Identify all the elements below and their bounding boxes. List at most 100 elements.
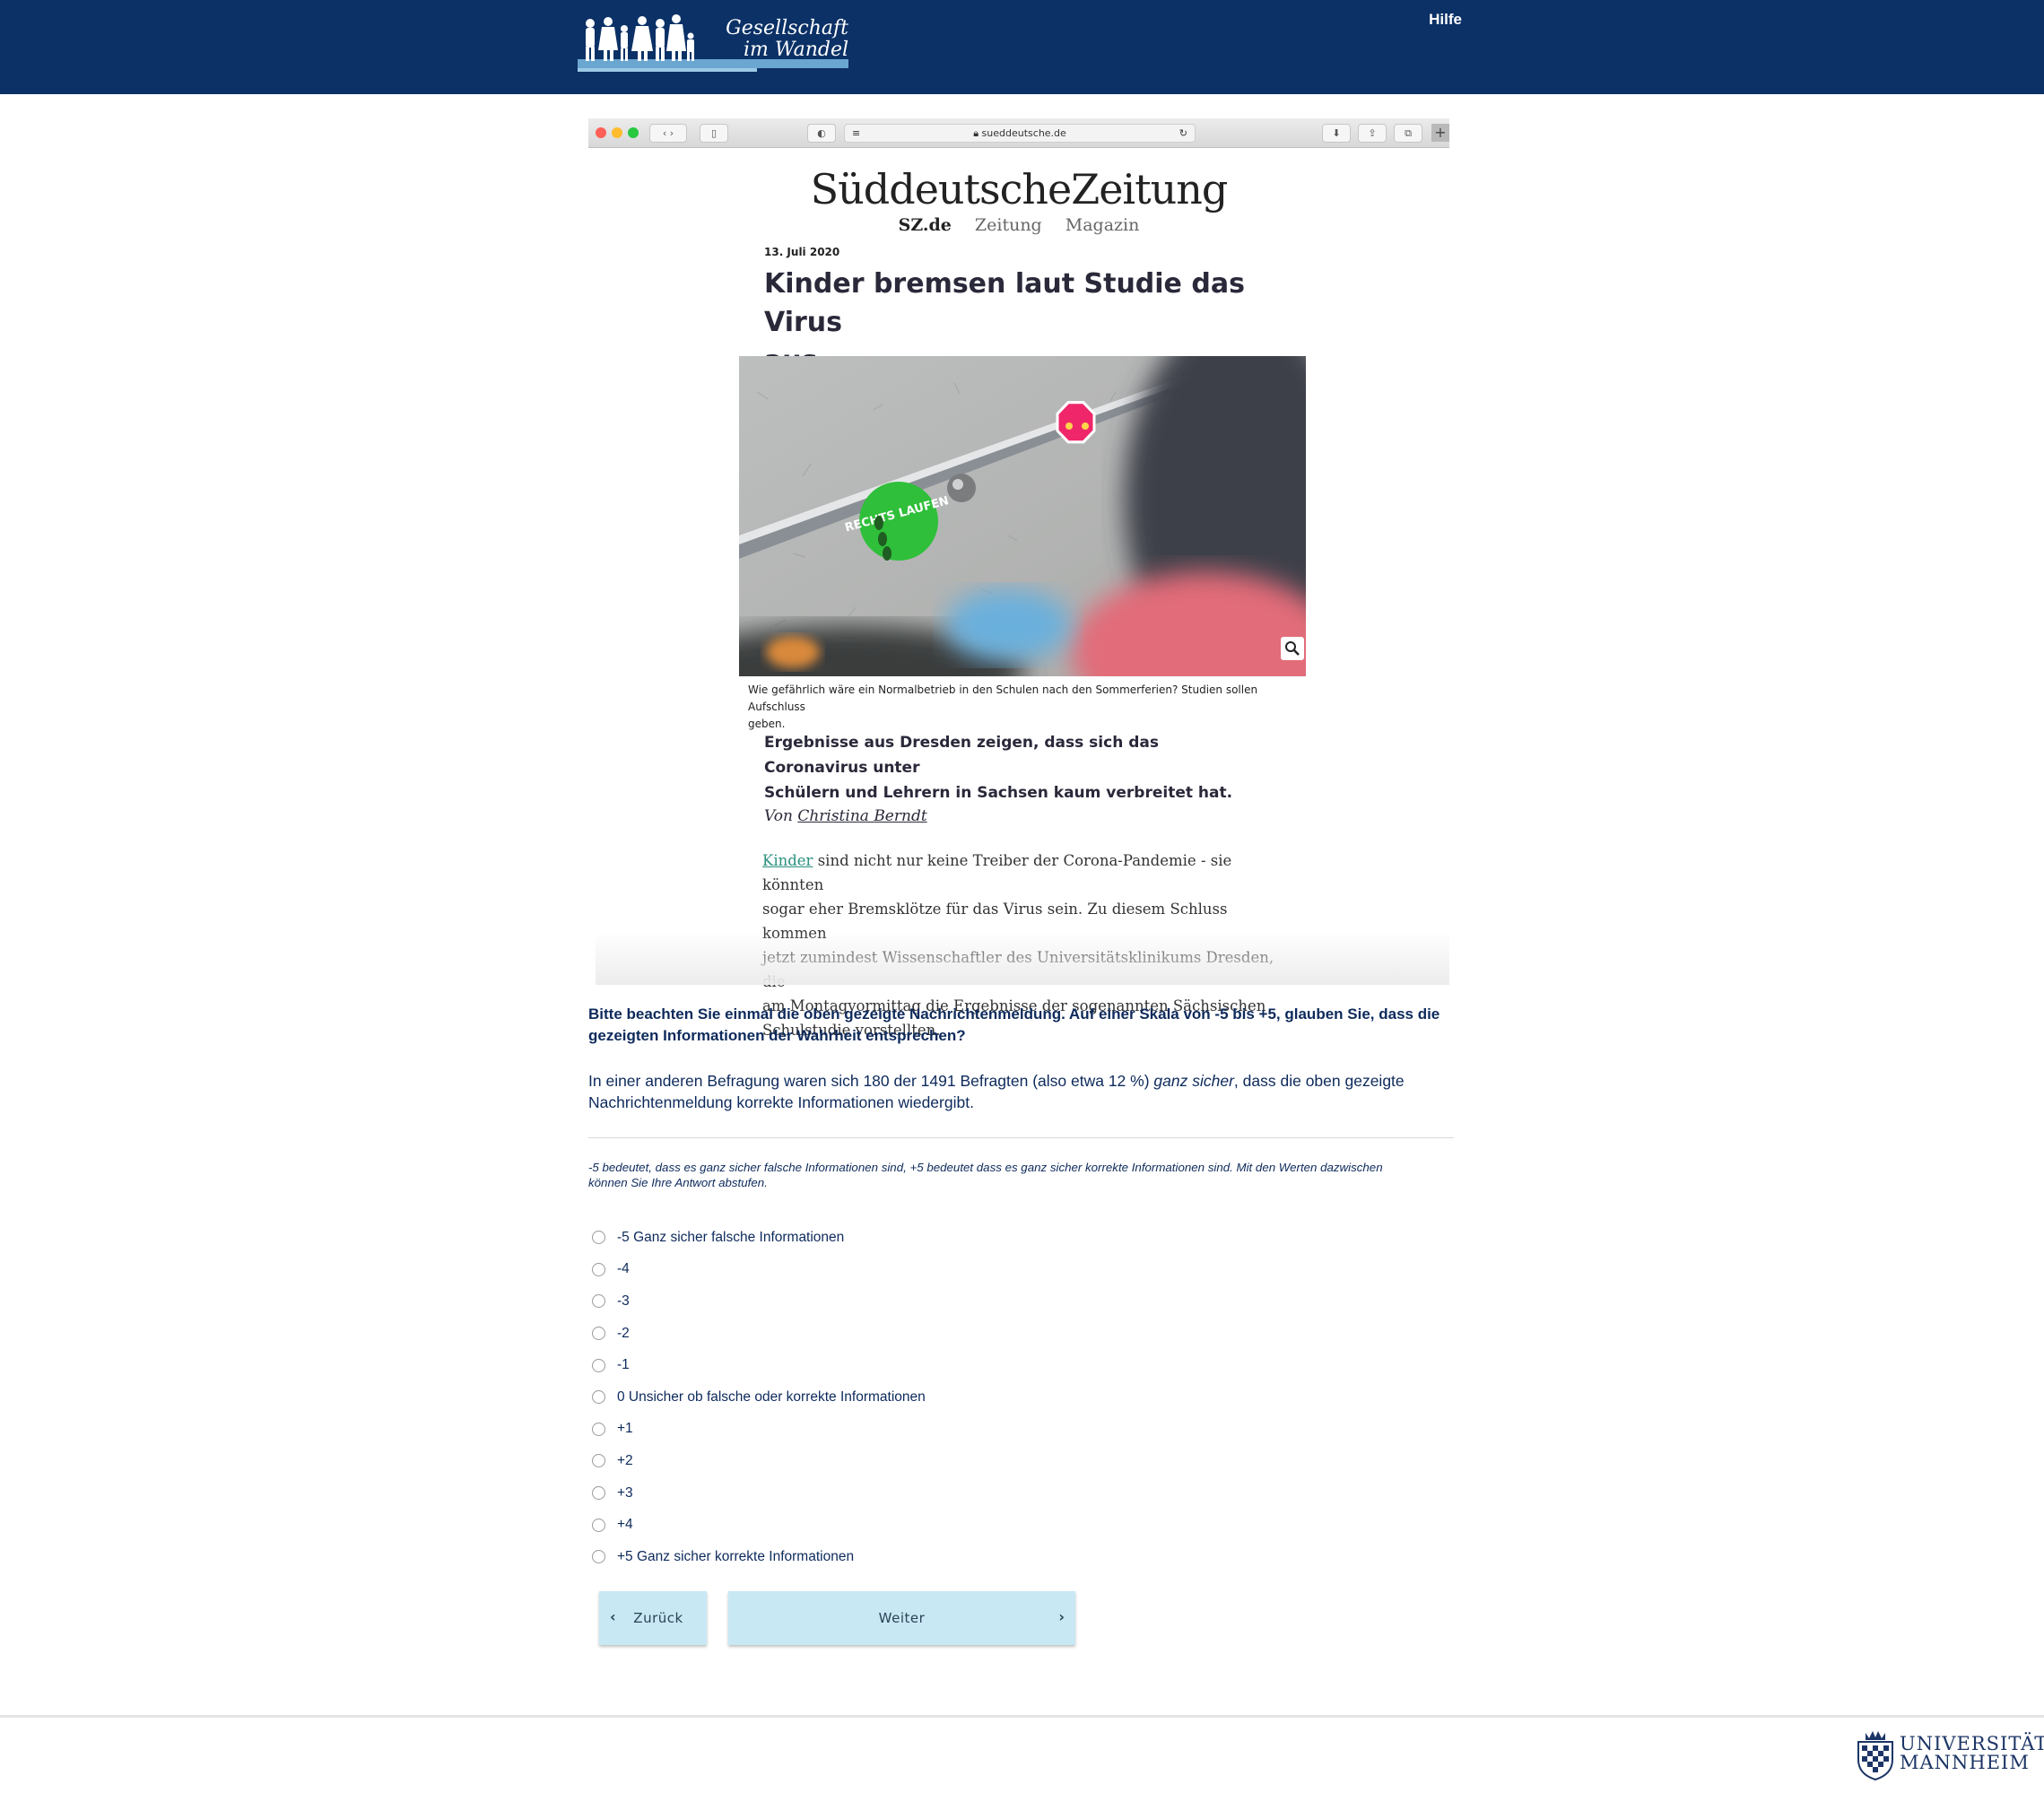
lead-line-1: Ergebnisse aus Dresden zeigen, dass sich… xyxy=(764,734,1159,777)
reader-icon: ≡ xyxy=(852,127,861,139)
article-photo: RECHTS LAUFEN xyxy=(739,356,1306,676)
next-button[interactable]: Weiter › xyxy=(728,1591,1075,1645)
universitaet-mannheim-logo: UNIVERSITÄT MANNHEIM xyxy=(1853,1729,2044,1783)
news-article-screenshot: ‹ › ▯ ◐ ≡ 🔒︎ sueddeutsche.de ↻ ⬇ ⇪ ⧉ + S… xyxy=(588,118,1449,1039)
reload-icon: ↻ xyxy=(1179,127,1187,139)
hint-line-2: können Sie Ihre Antwort abstufen. xyxy=(588,1176,768,1189)
address-bar: ≡ 🔒︎ sueddeutsche.de ↻ xyxy=(844,124,1196,143)
back-forward-icon: ‹ › xyxy=(649,124,687,143)
photo-caption: Wie gefährlich wäre ein Normalbetrieb in… xyxy=(748,682,1286,733)
radio-button[interactable] xyxy=(592,1422,605,1436)
option-label[interactable]: +3 xyxy=(617,1485,633,1501)
sidebar-icon: ▯ xyxy=(700,124,728,143)
kinder-link: Kinder xyxy=(762,852,813,869)
option-minus-1[interactable]: -1 xyxy=(592,1349,1220,1381)
university-name: UNIVERSITÄT MANNHEIM xyxy=(1900,1735,2044,1772)
back-button-label[interactable]: Zurück xyxy=(599,1591,707,1645)
radio-button[interactable] xyxy=(592,1550,605,1564)
option-plus-3[interactable]: +3 xyxy=(592,1477,1220,1510)
body-line-1: Kinder sind nicht nur keine Treiber der … xyxy=(762,849,1292,897)
university-crest-icon xyxy=(1857,1731,1893,1781)
university-line-2: MANNHEIM xyxy=(1900,1752,2030,1773)
url-text: sueddeutsche.de xyxy=(981,127,1066,139)
info-line-1: In einer anderen Befragung waren sich 18… xyxy=(588,1070,1449,1092)
article-lead: Ergebnisse aus Dresden zeigen, dass sich… xyxy=(764,730,1266,805)
option-label[interactable]: +2 xyxy=(617,1453,633,1469)
logo-line-1: Gesellschaft xyxy=(726,17,848,39)
lock-icon: 🔒︎ xyxy=(973,127,979,139)
maximize-window-dot-icon xyxy=(628,127,639,138)
gesellschaft-im-wandel-logo[interactable]: Gesellschaft im Wandel xyxy=(578,13,848,77)
footer-divider xyxy=(0,1715,2044,1718)
radio-button[interactable] xyxy=(592,1390,605,1405)
answer-options: -5 Ganz sicher falsche Informationen -4 … xyxy=(592,1222,1220,1573)
radio-button[interactable] xyxy=(592,1231,605,1245)
info-line-1-a: In einer anderen Befragung waren sich 18… xyxy=(588,1072,1150,1090)
author-link: Christina Berndt xyxy=(797,807,927,825)
photo-school-railing: RECHTS LAUFEN xyxy=(739,356,1306,676)
radio-button[interactable] xyxy=(592,1358,605,1372)
logo-line-2: im Wandel xyxy=(743,39,848,61)
option-plus-1[interactable]: +1 xyxy=(592,1414,1220,1446)
nav-sz-de: SZ.de xyxy=(898,215,952,235)
radio-button[interactable] xyxy=(592,1518,605,1532)
chevron-right-icon: › xyxy=(1058,1608,1065,1625)
download-icon: ⬇ xyxy=(1322,124,1351,143)
info-line-1-b: , dass die oben gezeigte xyxy=(1233,1072,1405,1090)
survey-question: Bitte beachten Sie einmal die oben gezei… xyxy=(588,1004,1449,1047)
university-line-1: UNIVERSITÄT xyxy=(1900,1733,2044,1754)
option-minus-3[interactable]: -3 xyxy=(592,1285,1220,1318)
nav-zeitung: Zeitung xyxy=(974,215,1042,235)
option-label[interactable]: +4 xyxy=(617,1517,633,1533)
privacy-shield-icon: ◐ xyxy=(807,124,836,143)
body-line-1-rest: sind nicht nur keine Treiber der Corona-… xyxy=(762,852,1232,893)
survey-info-text: In einer anderen Befragung waren sich 18… xyxy=(588,1070,1449,1113)
option-label[interactable]: +5 Ganz sicher korrekte Informationen xyxy=(617,1549,854,1565)
nav-magazin: Magazin xyxy=(1065,215,1140,235)
option-label[interactable]: -4 xyxy=(617,1261,630,1277)
byline-prefix: Von xyxy=(764,807,793,825)
help-link[interactable]: Hilfe xyxy=(1417,11,1462,29)
option-label[interactable]: -5 Ganz sicher falsche Informationen xyxy=(617,1230,844,1246)
info-emphasis: ganz sicher xyxy=(1153,1072,1234,1090)
info-line-2: Nachrichtenmeldung korrekte Informatione… xyxy=(588,1093,974,1111)
radio-button[interactable] xyxy=(592,1454,605,1468)
option-minus-2[interactable]: -2 xyxy=(592,1318,1220,1350)
radio-button[interactable] xyxy=(592,1262,605,1276)
radio-button[interactable] xyxy=(592,1294,605,1309)
browser-toolbar: ‹ › ▯ ◐ ≡ 🔒︎ sueddeutsche.de ↻ ⬇ ⇪ ⧉ + xyxy=(588,118,1449,148)
minimize-window-dot-icon xyxy=(612,127,622,138)
close-window-dot-icon xyxy=(596,127,606,138)
article-byline: Von Christina Berndt xyxy=(764,807,927,825)
headline-line-1: Kinder bremsen laut Studie das Virus xyxy=(764,268,1245,338)
scale-hint: -5 bedeutet, dass es ganz sicher falsche… xyxy=(588,1160,1449,1190)
option-label[interactable]: +1 xyxy=(617,1421,633,1437)
option-zero[interactable]: 0 Unsicher ob falsche oder korrekte Info… xyxy=(592,1381,1220,1414)
new-tab-icon: + xyxy=(1431,124,1449,142)
option-label[interactable]: 0 Unsicher ob falsche oder korrekte Info… xyxy=(617,1389,926,1406)
share-icon: ⇪ xyxy=(1358,124,1387,143)
caption-line-1: Wie gefährlich wäre ein Normalbetrieb in… xyxy=(748,683,1258,713)
section-divider xyxy=(588,1137,1454,1138)
top-header-bar: Gesellschaft im Wandel Hilfe xyxy=(0,0,2044,94)
back-button[interactable]: ‹ Zurück xyxy=(599,1591,707,1645)
lead-line-2: Schülern und Lehrern in Sachsen kaum ver… xyxy=(764,784,1233,802)
hint-line-1: -5 bedeutet, dass es ganz sicher falsche… xyxy=(588,1161,1383,1174)
question-line-1: Bitte beachten Sie einmal die oben gezei… xyxy=(588,1005,1440,1023)
option-minus-4[interactable]: -4 xyxy=(592,1254,1220,1286)
option-label[interactable]: -1 xyxy=(617,1357,630,1373)
question-line-2: gezeigten Informationen der Wahrheit ent… xyxy=(588,1027,966,1044)
bottom-fade xyxy=(596,931,1449,985)
radio-button[interactable] xyxy=(592,1327,605,1341)
article-date: 13. Juli 2020 xyxy=(764,246,840,258)
option-label[interactable]: -3 xyxy=(617,1293,630,1310)
option-plus-5[interactable]: +5 Ganz sicher korrekte Informationen xyxy=(592,1541,1220,1573)
option-plus-2[interactable]: +2 xyxy=(592,1445,1220,1477)
option-plus-4[interactable]: +4 xyxy=(592,1509,1220,1541)
zoom-magnifier-icon xyxy=(1281,637,1304,660)
next-button-label[interactable]: Weiter xyxy=(728,1591,1075,1645)
option-label[interactable]: -2 xyxy=(617,1326,630,1342)
option-minus-5[interactable]: -5 Ganz sicher falsche Informationen xyxy=(592,1222,1220,1254)
radio-button[interactable] xyxy=(592,1486,605,1501)
logo-wordmark: Gesellschaft im Wandel xyxy=(705,18,848,61)
